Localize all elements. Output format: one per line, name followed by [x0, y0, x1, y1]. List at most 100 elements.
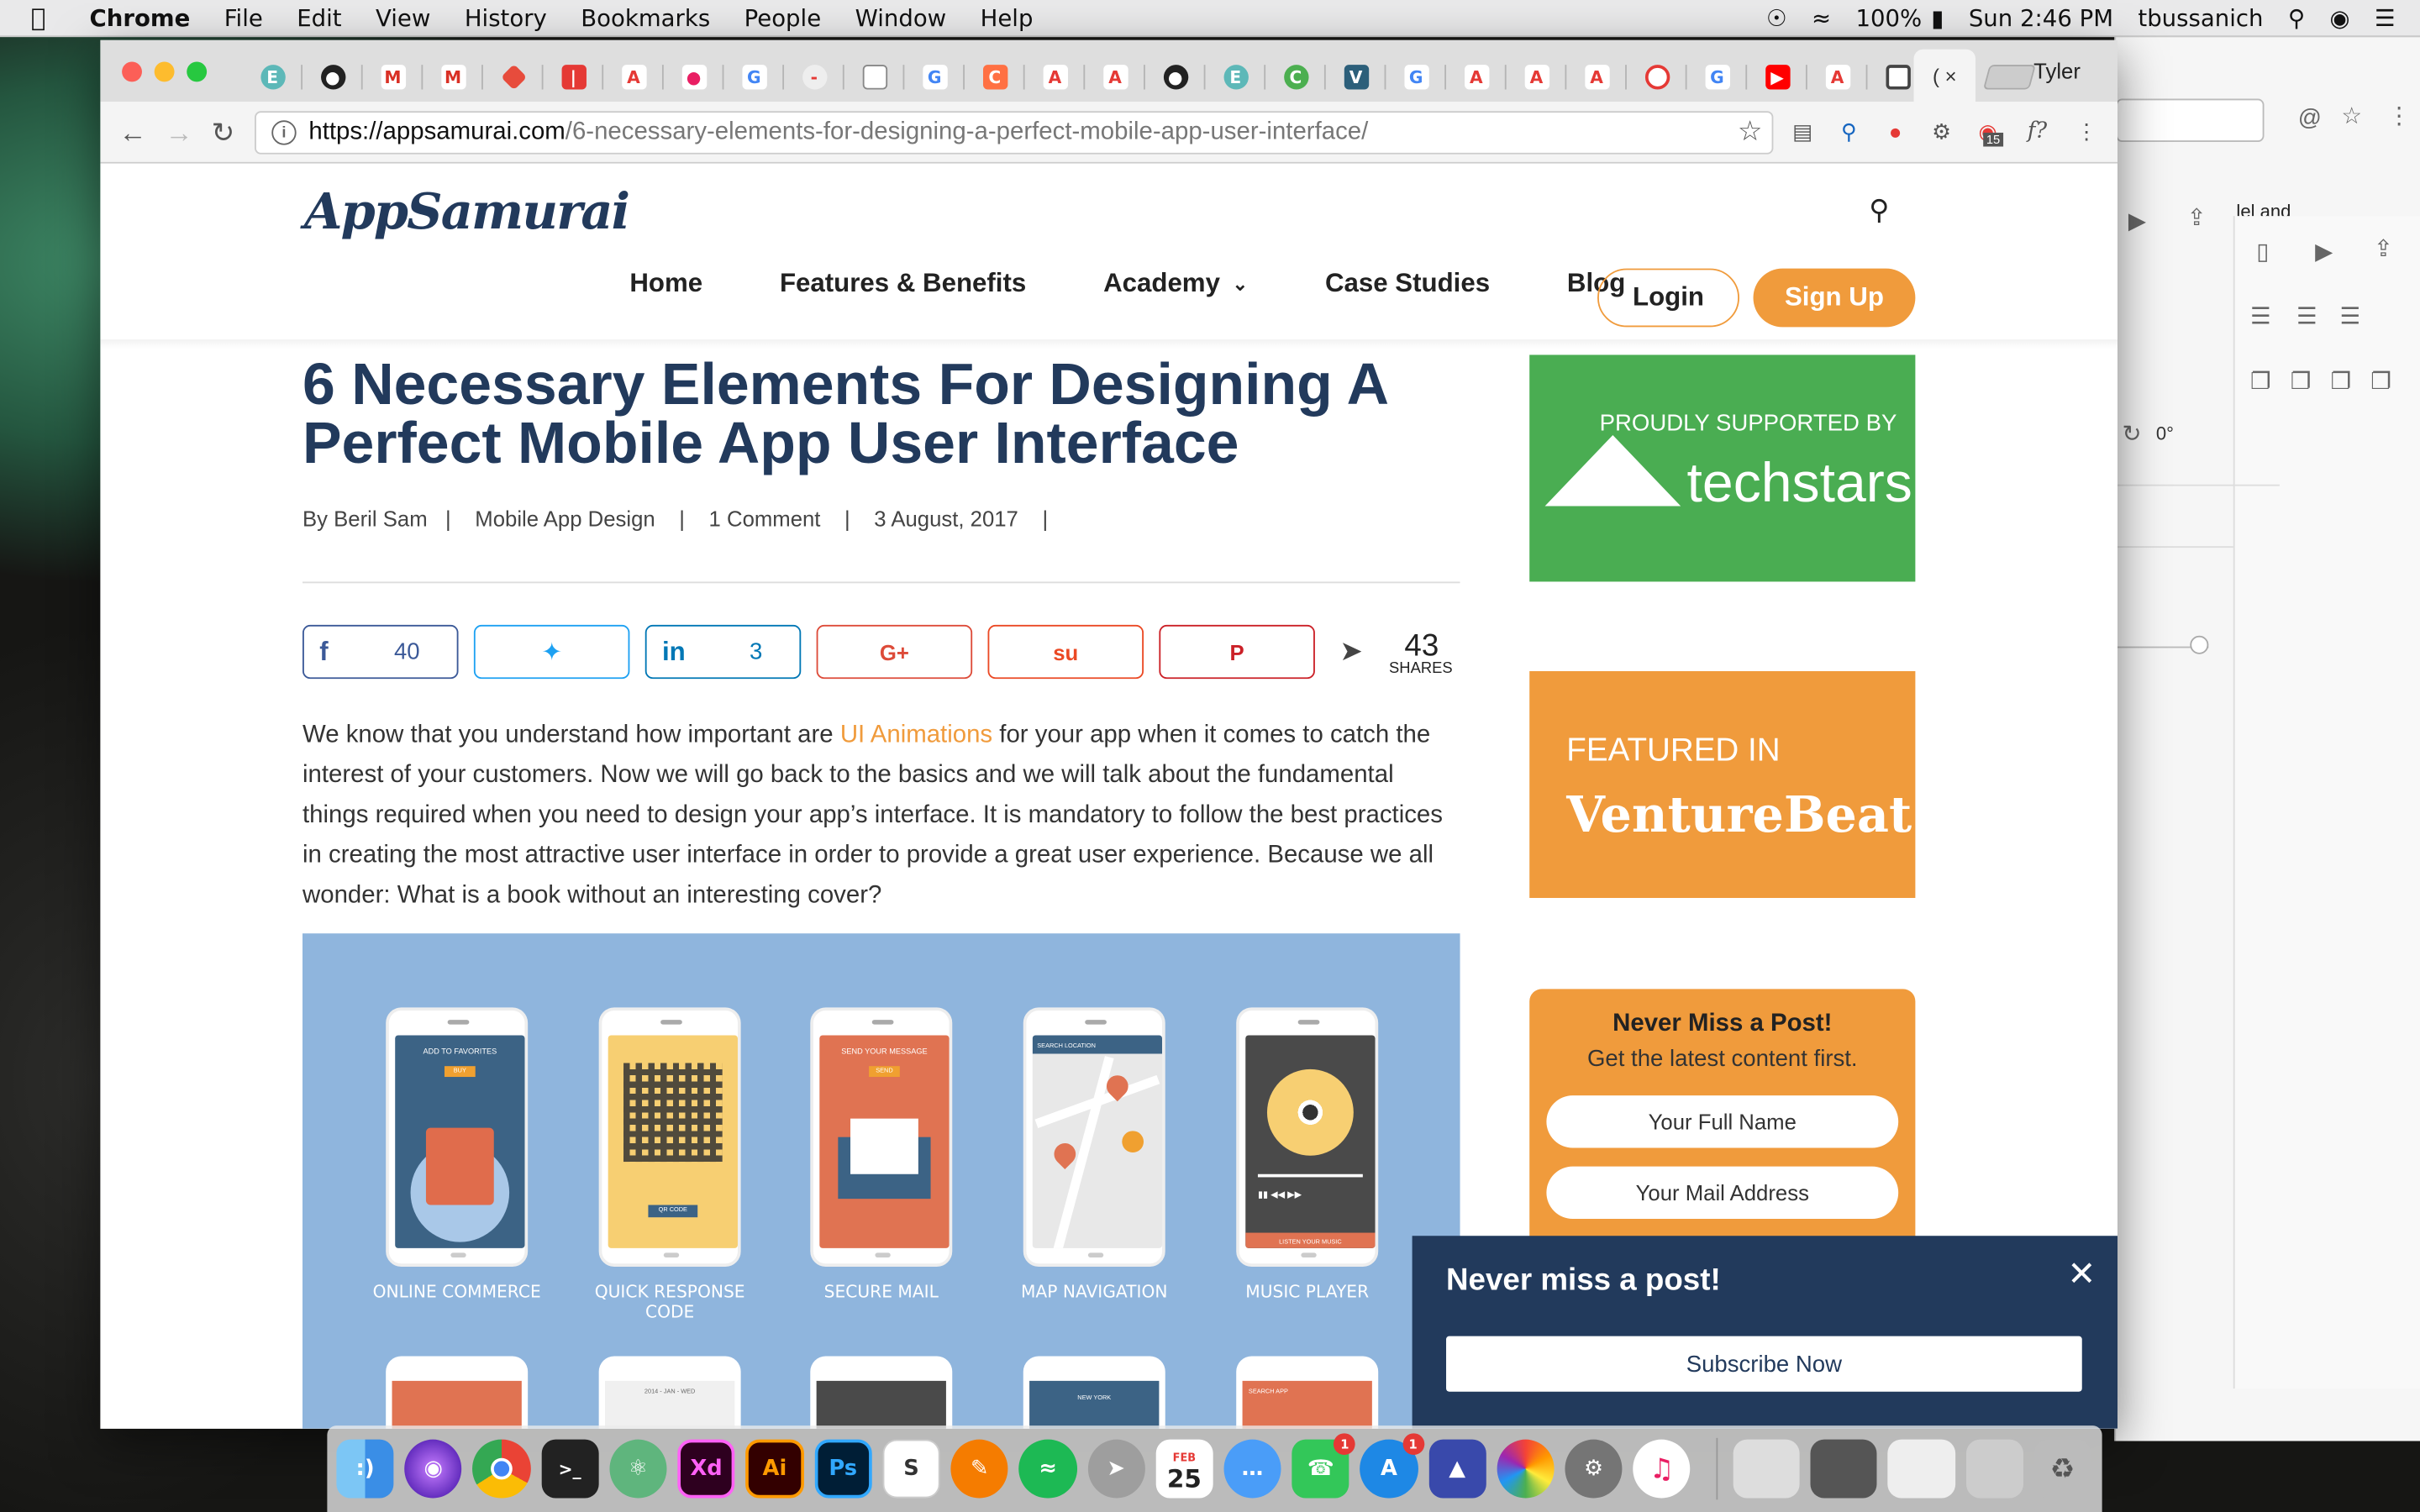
- align-icon[interactable]: ☰: [2250, 302, 2271, 330]
- menu-chrome[interactable]: Chrome: [90, 4, 191, 32]
- rotation-icon[interactable]: ↻: [2123, 420, 2142, 447]
- play-icon[interactable]: ▶: [2128, 207, 2146, 234]
- siri-icon[interactable]: ◉: [2329, 5, 2349, 33]
- menu-view[interactable]: View: [376, 4, 430, 32]
- itunes-icon[interactable]: ♫: [1633, 1439, 1691, 1499]
- tab[interactable]: E: [1205, 55, 1266, 98]
- address-bar[interactable]: i https://appsamurai.com/6-necessary-ele…: [255, 111, 1774, 155]
- slider-handle[interactable]: [2190, 635, 2209, 654]
- sketch-icon[interactable]: S: [882, 1439, 940, 1499]
- wifi-icon[interactable]: ≈: [1812, 5, 1831, 33]
- stumbleupon-share-button[interactable]: su: [987, 624, 1144, 680]
- more-icon[interactable]: ⋮: [2387, 102, 2411, 129]
- chrome-menu-icon[interactable]: ⋮: [2073, 118, 2101, 145]
- creative-cloud-icon[interactable]: ☉: [1766, 5, 1787, 33]
- joystick-icon[interactable]: ▲: [1428, 1439, 1486, 1499]
- tab[interactable]: A: [1085, 55, 1145, 98]
- photos-icon[interactable]: [1497, 1439, 1555, 1499]
- siri-icon[interactable]: ◉: [404, 1439, 462, 1499]
- subscribe-button[interactable]: Subscribe Now: [1446, 1336, 2082, 1392]
- tab[interactable]: [844, 55, 905, 98]
- zoom-window-button[interactable]: [187, 61, 208, 82]
- tab[interactable]: |: [544, 55, 604, 98]
- atom-icon[interactable]: ⚛: [609, 1439, 667, 1499]
- tab[interactable]: [1627, 55, 1687, 98]
- spotlight-icon[interactable]: ⚲: [2288, 5, 2305, 33]
- spotify-icon[interactable]: ≈: [1018, 1439, 1077, 1499]
- menubar-user[interactable]: tbussanich: [2138, 5, 2263, 33]
- photoshop-icon[interactable]: Ps: [814, 1439, 872, 1499]
- facetime-icon[interactable]: ☎ 1: [1292, 1433, 1356, 1499]
- window-thumbnail[interactable]: [1965, 1439, 2023, 1499]
- tab-close-icon[interactable]: ( ×: [1933, 64, 1957, 87]
- tab[interactable]: A: [603, 55, 664, 98]
- menu-file[interactable]: File: [224, 4, 263, 32]
- tab[interactable]: C: [1265, 55, 1326, 98]
- tab[interactable]: E: [242, 55, 302, 98]
- window-thumbnail[interactable]: [1888, 1439, 1955, 1499]
- window-thumbnail[interactable]: [1733, 1439, 1801, 1499]
- menu-bookmarks[interactable]: Bookmarks: [581, 4, 710, 32]
- app-store-icon[interactable]: A1: [1360, 1433, 1424, 1499]
- extension-record-icon[interactable]: ●: [1881, 118, 1909, 145]
- at-icon[interactable]: @: [2298, 105, 2322, 131]
- tab[interactable]: ●: [302, 55, 363, 98]
- linkedin-share-button[interactable]: in 3: [644, 624, 802, 680]
- boolean-icon[interactable]: ❐: [2250, 367, 2271, 395]
- minimize-window-button[interactable]: [154, 61, 175, 82]
- star-icon[interactable]: ☆: [2341, 102, 2362, 129]
- techstars-banner[interactable]: PROUDLY SUPPORTED BY techstars: [1529, 354, 1916, 582]
- extension-badge-icon[interactable]: ◉ 15: [1974, 118, 2003, 147]
- tab[interactable]: G: [723, 55, 785, 98]
- extension-chat-icon[interactable]: ▤: [1789, 118, 1817, 145]
- preview-play-icon[interactable]: ▶: [2315, 238, 2333, 265]
- tab[interactable]: V: [1326, 55, 1386, 98]
- device-icon[interactable]: ▯: [2256, 238, 2269, 265]
- extension-search-icon[interactable]: ⚲: [1835, 118, 1863, 145]
- venturebeat-banner[interactable]: FEATURED IN VentureBeat: [1529, 670, 1916, 898]
- ui-animations-link[interactable]: UI Animations: [840, 722, 992, 748]
- new-tab-button[interactable]: [1982, 65, 2036, 90]
- menu-help[interactable]: Help: [981, 4, 1034, 32]
- terminal-icon[interactable]: >_: [540, 1439, 599, 1499]
- full-name-field[interactable]: Your Full Name: [1546, 1095, 1899, 1148]
- tab[interactable]: ▶: [1747, 55, 1807, 98]
- nav-features[interactable]: Features & Benefits: [780, 269, 1026, 300]
- trash-icon[interactable]: ♻: [2033, 1439, 2091, 1499]
- tab[interactable]: A: [1807, 55, 1868, 98]
- menu-edit[interactable]: Edit: [297, 4, 341, 32]
- back-icon[interactable]: ←: [118, 118, 146, 150]
- facebook-share-button[interactable]: f 40: [302, 624, 459, 680]
- messages-icon[interactable]: …: [1223, 1439, 1281, 1499]
- menu-people[interactable]: People: [744, 4, 822, 32]
- share-icon[interactable]: ⇪: [2187, 203, 2207, 231]
- profile-name[interactable]: Tyler: [2033, 59, 2081, 83]
- boolean-4-icon[interactable]: ❐: [2370, 367, 2391, 395]
- tab[interactable]: A: [1507, 55, 1567, 98]
- menubar-clock[interactable]: Sun 2:46 PM: [1969, 5, 2113, 33]
- tab[interactable]: M: [363, 55, 424, 98]
- notification-center-icon[interactable]: ☰: [2375, 5, 2396, 33]
- forward-icon[interactable]: →: [166, 118, 193, 150]
- boolean-2-icon[interactable]: ❐: [2291, 367, 2312, 395]
- background-search-field[interactable]: [2116, 98, 2265, 142]
- login-button[interactable]: Login: [1597, 268, 1739, 328]
- tab[interactable]: A: [1446, 55, 1507, 98]
- menu-window[interactable]: Window: [855, 4, 947, 32]
- twitter-share-button[interactable]: ✦: [473, 624, 630, 680]
- nav-case-studies[interactable]: Case Studies: [1325, 269, 1490, 300]
- tab[interactable]: ●: [1145, 55, 1206, 98]
- illustrator-icon[interactable]: Ai: [745, 1439, 804, 1499]
- nav-academy[interactable]: Academy ⌄: [1103, 269, 1248, 300]
- nav-home[interactable]: Home: [629, 269, 702, 300]
- tab[interactable]: -: [784, 55, 844, 98]
- bookmark-star-icon[interactable]: ☆: [1738, 116, 1763, 149]
- site-logo[interactable]: AppSamurai: [304, 182, 630, 241]
- apple-menu-icon[interactable]: : [31, 3, 62, 33]
- adobe-xd-icon[interactable]: Xd: [677, 1439, 735, 1499]
- system-preferences-icon[interactable]: ⚙: [1565, 1439, 1623, 1499]
- tab[interactable]: G: [904, 55, 965, 98]
- popup-close-icon[interactable]: ✕: [2067, 1254, 2096, 1294]
- close-window-button[interactable]: [122, 61, 142, 82]
- tab[interactable]: C: [965, 55, 1025, 98]
